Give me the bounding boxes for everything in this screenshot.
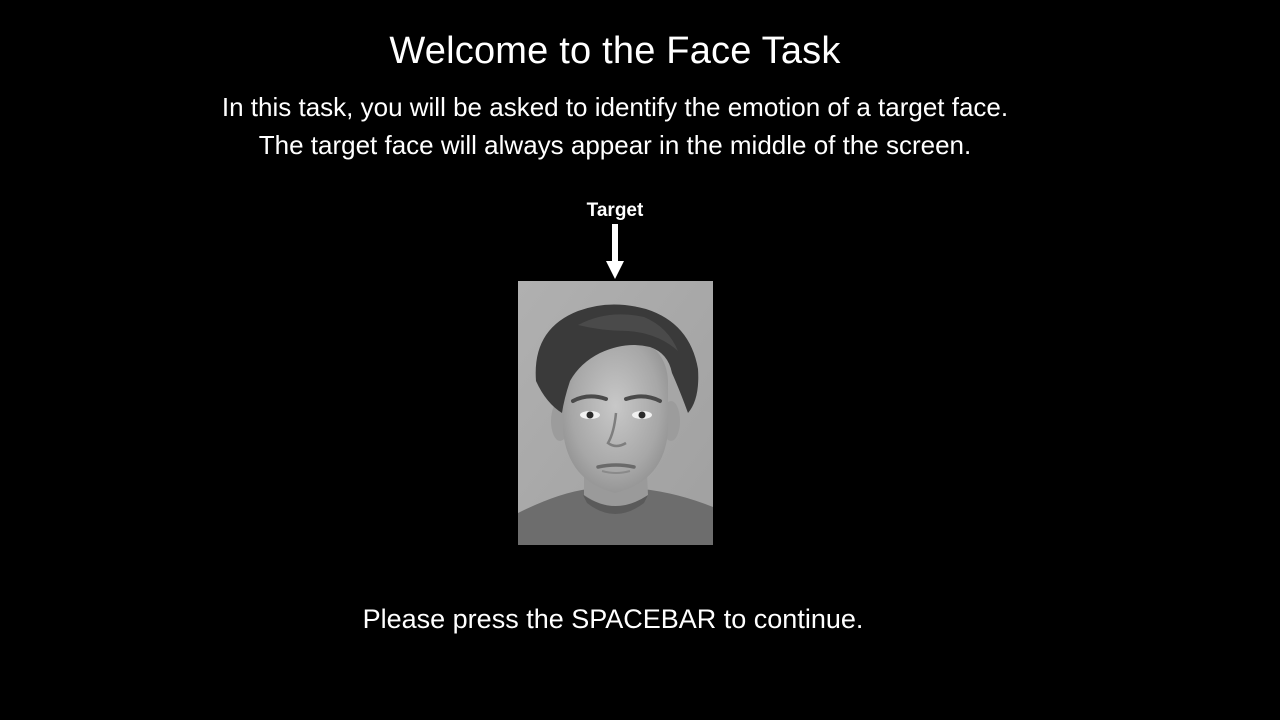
- continue-prompt: Please press the SPACEBAR to continue.: [362, 604, 864, 634]
- instruction-line-2: The target face will always appear in th…: [258, 130, 972, 160]
- instruction-line-1: In this task, you will be asked to ident…: [221, 92, 1009, 122]
- arrow-down-icon: [606, 224, 624, 279]
- page-title: Welcome to the Face Task: [389, 30, 841, 72]
- instructions: In this task, you will be asked to ident…: [0, 88, 1230, 164]
- target-label: Target: [586, 200, 644, 221]
- target-face-image: [518, 281, 713, 545]
